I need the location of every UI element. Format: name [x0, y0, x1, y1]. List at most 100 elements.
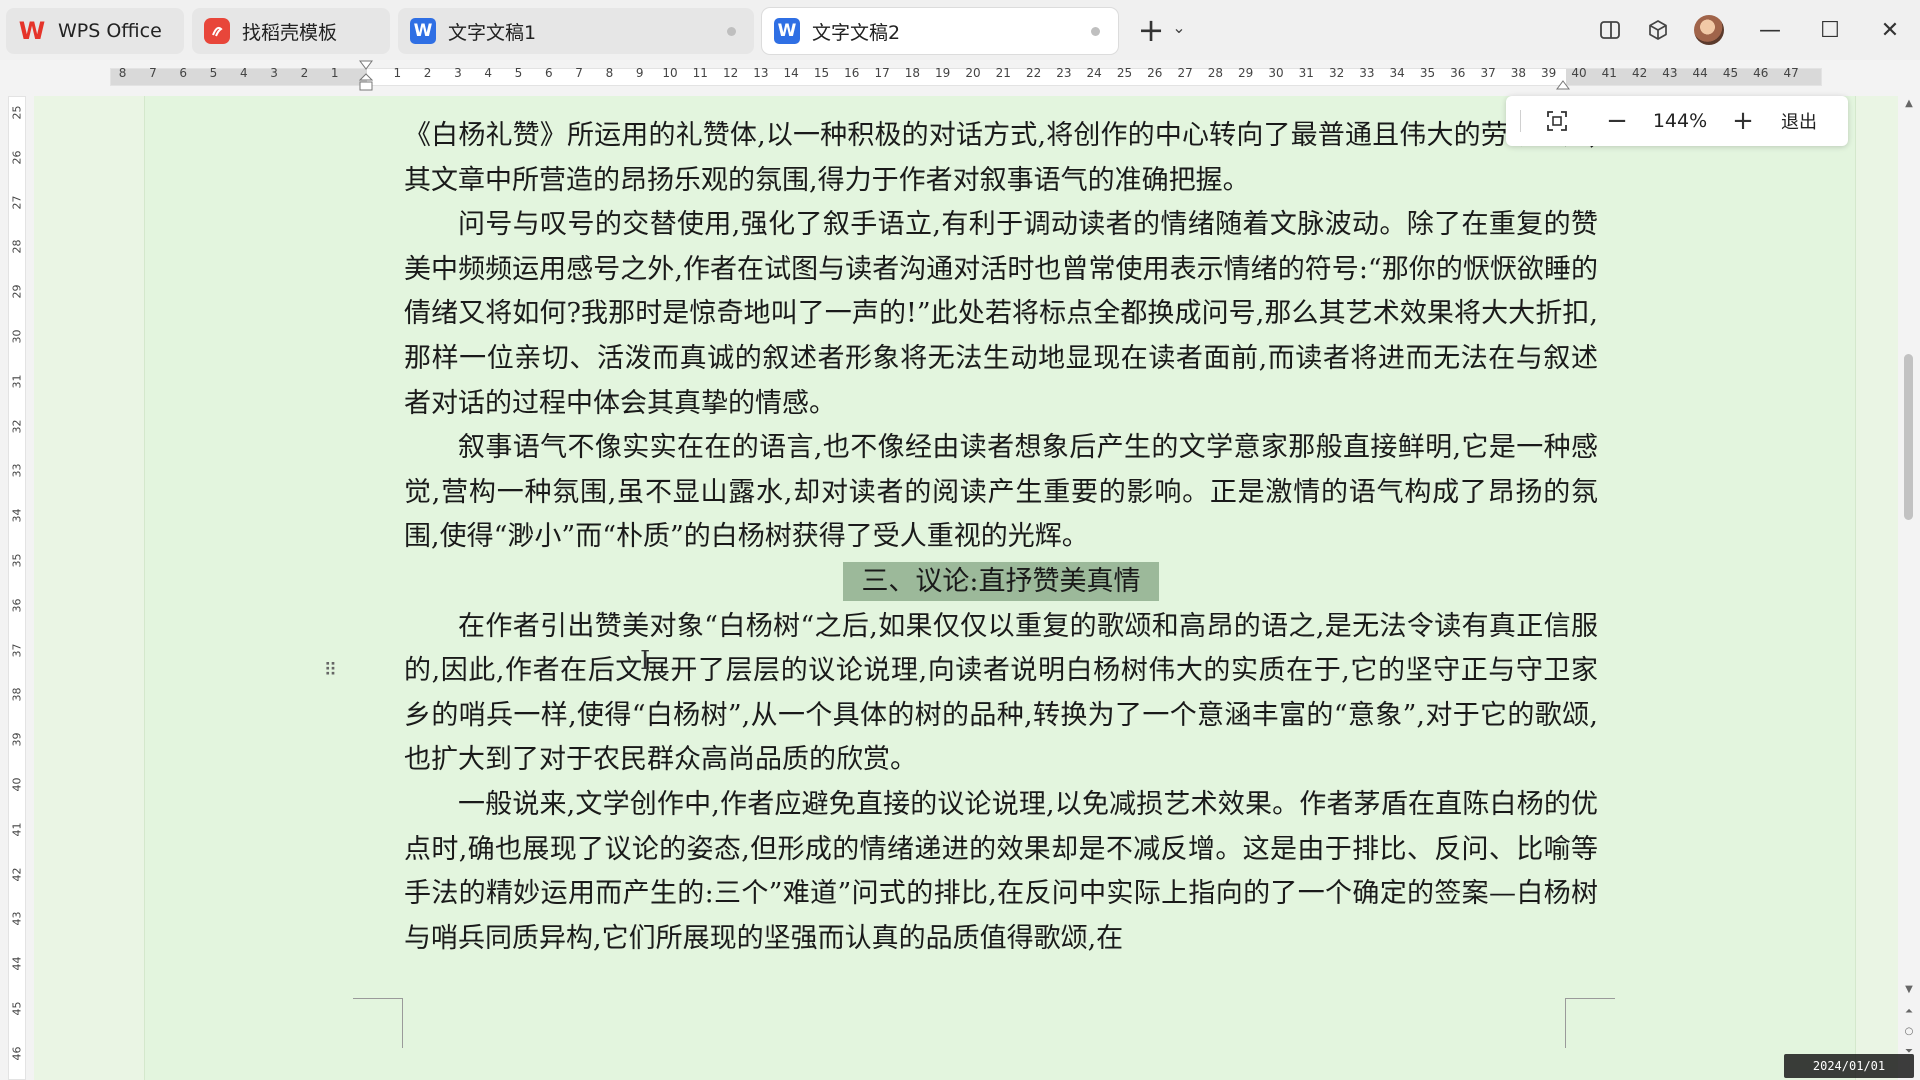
- horizontal-ruler[interactable]: 8 7 6 5 4 3 2 1 1 2 3 4 5 6 7 8 9 10 11 12 13 14 15 16 17 18 19 20 2…: [0, 64, 1920, 90]
- ruler-tick-label: 40: [1571, 66, 1587, 80]
- ruler-tick-label: 5: [209, 66, 218, 80]
- window-minimize-button[interactable]: —: [1750, 10, 1790, 50]
- vertical-ruler-tick-label: 28: [10, 239, 24, 254]
- paragraph[interactable]: 一般说来,文学创作中,作者应避免直接的议论说理,以免减损艺术效果。作者茅盾在直陈…: [404, 783, 1598, 961]
- document-canvas[interactable]: ⠿ 《白杨礼赞》所运用的礼赞体,以一种积极的对话方式,将创作的中心转向了最普通且…: [34, 96, 1898, 1080]
- ruler-tick-label: 37: [1480, 66, 1496, 80]
- paragraph-drag-handle-icon[interactable]: ⠿: [322, 662, 340, 694]
- scrollbar-thumb[interactable]: [1904, 354, 1913, 520]
- tab-label: WPS Office: [58, 20, 162, 42]
- ruler-tick-label: 18: [904, 66, 921, 80]
- vertical-ruler-tick-label: 33: [10, 463, 24, 478]
- ruler-tick-label: 4: [239, 66, 248, 80]
- vertical-ruler-tick-label: 43: [10, 911, 24, 926]
- ruler-tick-label: 3: [454, 66, 462, 80]
- paragraph[interactable]: 在作者引出赞美对象“白杨树“之后,如果仅仅以重复的歌颂和高昂的语之,是无法令读有…: [404, 605, 1598, 783]
- vertical-ruler-tick-label: 35: [10, 553, 24, 568]
- ruler-tick-label: 11: [692, 66, 708, 80]
- tab-wps-office[interactable]: W WPS Office: [6, 8, 184, 54]
- section-heading[interactable]: 三、议论:直抒赞美真情: [404, 560, 1598, 605]
- vertical-ruler[interactable]: 25 26 27 28 29 30 31 32 33 34 35 36 37 38 39 40 41 42 43 44…: [4, 96, 30, 1080]
- zoom-in-button[interactable]: +: [1723, 101, 1763, 141]
- fit-page-button[interactable]: [1537, 101, 1577, 141]
- ruler-tick-label: 41: [1601, 66, 1617, 80]
- vertical-ruler-tick-label: 44: [10, 956, 24, 971]
- ruler-tick-label: 39: [1541, 66, 1557, 80]
- ruler-tick-label: 29: [1238, 66, 1254, 80]
- new-tab-button[interactable]: +: [1134, 14, 1168, 48]
- ruler-tick-label: 32: [1328, 66, 1345, 80]
- vertical-ruler-tick-label: 29: [10, 284, 24, 299]
- vertical-ruler-tick-label: 27: [10, 195, 24, 210]
- ruler-tick-label: 24: [1086, 66, 1102, 80]
- ruler-tick-label: 8: [118, 66, 127, 80]
- previous-page-icon[interactable]: ⏶: [1902, 1006, 1916, 1017]
- vertical-ruler-tick-label: 25: [10, 105, 24, 120]
- ruler-tick-label: 30: [1268, 66, 1284, 80]
- scroll-down-arrow-icon[interactable]: ▼: [1902, 984, 1916, 995]
- vertical-ruler-tick-label: 45: [10, 1001, 24, 1016]
- ruler-tick-label: 4: [484, 66, 493, 80]
- ruler-tick-label: 44: [1692, 66, 1708, 80]
- ruler-tick-label: 13: [753, 66, 769, 80]
- section-heading-text: 三、议论:直抒赞美真情: [843, 561, 1159, 601]
- scroll-up-arrow-icon[interactable]: ▲: [1902, 98, 1916, 109]
- window-maximize-button[interactable]: ☐: [1810, 10, 1850, 50]
- tab-label: 文字文稿2: [812, 21, 901, 44]
- ruler-tick-label: 47: [1783, 66, 1799, 80]
- ruler-tick-label: 7: [575, 66, 583, 80]
- word-doc-icon: W: [774, 18, 800, 44]
- tab-list-dropdown-button[interactable]: ⌄: [1168, 18, 1190, 44]
- layout-panel-icon[interactable]: [1594, 14, 1626, 46]
- paragraph[interactable]: 叙事语气不像实实在在的语言,也不像经由读者想象后产生的文学意家那般直接鲜明,它是…: [404, 426, 1598, 560]
- document-body[interactable]: 《白杨礼赞》所运用的礼赞体,以一种积极的对话方式,将创作的中心转向了最普通且伟大…: [404, 114, 1598, 961]
- vertical-ruler-tick-label: 26: [10, 150, 24, 165]
- exit-zoom-button[interactable]: 退出: [1781, 108, 1817, 134]
- cube-3d-icon[interactable]: [1642, 14, 1674, 46]
- ruler-tick-label: 1: [393, 66, 402, 80]
- ruler-tick-label: 34: [1389, 66, 1405, 80]
- ruler-tick-label: 25: [1116, 66, 1133, 80]
- vertical-ruler-tick-label: 32: [10, 419, 24, 434]
- ruler-tick-label: 2: [423, 66, 432, 80]
- page-corner-mark: [1565, 998, 1615, 1048]
- tab-document-2-active[interactable]: W 文字文稿2: [762, 8, 1118, 54]
- ruler-tick-label: 6: [544, 66, 553, 80]
- ruler-tick-label: 46: [1753, 66, 1769, 80]
- ruler-tick-label: 26: [1147, 66, 1163, 80]
- ruler-tick-label: 10: [662, 66, 678, 80]
- vertical-ruler-tick-label: 30: [10, 329, 24, 344]
- paragraph[interactable]: 问号与叹号的交替使用,强化了叙手语立,有利于调动读者的情绪随着文脉波动。除了在重…: [404, 203, 1598, 426]
- fit-page-icon: [1547, 111, 1567, 131]
- ruler-tick-label: 12: [722, 66, 739, 80]
- ruler-tick-label: 1: [330, 66, 339, 80]
- docer-template-icon: [204, 18, 230, 44]
- unsaved-dot-icon[interactable]: [727, 27, 736, 36]
- zoom-out-button[interactable]: −: [1597, 101, 1637, 141]
- tab-document-1[interactable]: W 文字文稿1: [398, 8, 754, 54]
- tab-label: 文字文稿1: [448, 21, 537, 44]
- ruler-tick-label: 20: [965, 66, 981, 80]
- ruler-tick-label: 36: [1450, 66, 1466, 80]
- title-bar: W WPS Office 找稻壳模板 W 文字文稿1 W 文字文稿2 + ⌄ —…: [0, 0, 1920, 60]
- ruler-tick-label: 22: [1025, 66, 1042, 80]
- vertical-scrollbar[interactable]: ▲ ▼ ⏶ ○ ⏷: [1898, 96, 1920, 1080]
- zoom-separator: [1520, 110, 1521, 132]
- ruler-tick-label: 31: [1298, 66, 1314, 80]
- select-browse-object-icon[interactable]: ○: [1902, 1026, 1916, 1037]
- wps-logo-icon: W: [18, 17, 46, 45]
- paragraph[interactable]: 《白杨礼赞》所运用的礼赞体,以一种积极的对话方式,将创作的中心转向了最普通且伟大…: [404, 114, 1598, 203]
- tab-docer-templates[interactable]: 找稻壳模板: [192, 8, 390, 54]
- ruler-tick-label: 42: [1631, 66, 1648, 80]
- ruler-tick-label: 35: [1419, 66, 1436, 80]
- zoom-level[interactable]: 144%: [1637, 110, 1723, 132]
- vertical-ruler-tick-label: 39: [10, 732, 24, 747]
- user-avatar[interactable]: [1694, 15, 1724, 45]
- unsaved-dot-icon[interactable]: [1091, 27, 1100, 36]
- ruler-tick-label: 33: [1359, 66, 1375, 80]
- zoom-toolbar: − 144% + 退出: [1506, 96, 1848, 146]
- right-indent-marker-icon[interactable]: [1556, 80, 1570, 90]
- ruler-tick-label: 28: [1207, 66, 1224, 80]
- window-close-button[interactable]: ✕: [1870, 10, 1910, 50]
- ruler-tick-label: 6: [179, 66, 188, 80]
